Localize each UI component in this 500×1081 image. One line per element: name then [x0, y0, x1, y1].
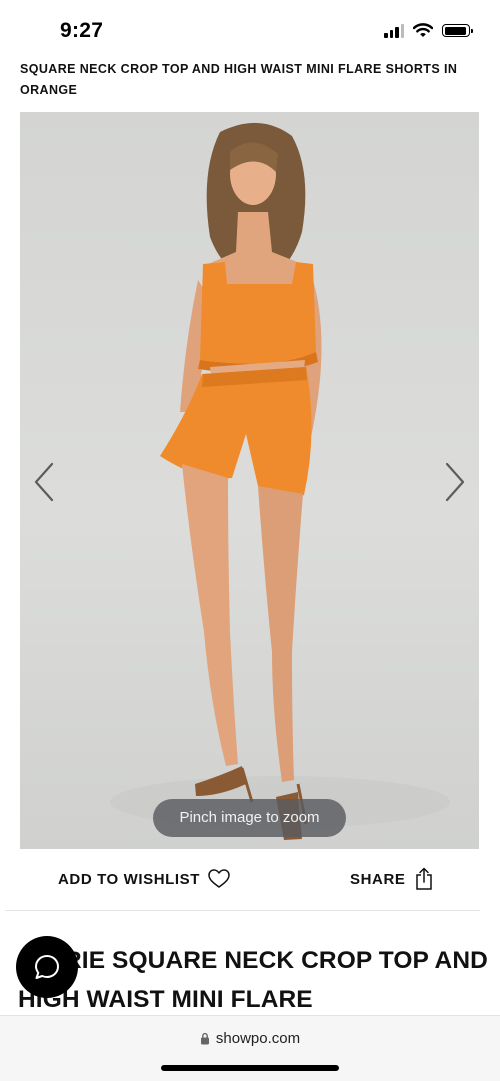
lock-icon	[200, 1032, 209, 1045]
wifi-icon	[413, 23, 433, 37]
chat-bubble-icon	[35, 955, 59, 979]
product-image[interactable]: Pinch image to zoom	[20, 112, 479, 849]
wishlist-label: ADD TO WISHLIST	[58, 870, 201, 888]
browser-bar: showpo.com	[0, 1015, 500, 1081]
chevron-left-icon[interactable]	[30, 462, 60, 502]
share-button[interactable]: SHARE	[350, 858, 434, 900]
status-time: 9:27	[60, 19, 104, 42]
product-actions: ADD TO WISHLIST SHARE	[0, 858, 500, 900]
home-indicator[interactable]	[161, 1065, 339, 1071]
chevron-right-icon[interactable]	[439, 462, 469, 502]
status-bar: 9:27	[0, 0, 500, 60]
page-title: SQUARE NECK CROP TOP AND HIGH WAIST MINI…	[20, 62, 458, 97]
cellular-signal-icon	[384, 23, 404, 38]
product-heading: RIE SQUARE NECK CROP TOP AND HIGH WAIST …	[18, 947, 488, 1013]
url-text: showpo.com	[215, 1030, 301, 1047]
chat-button[interactable]	[16, 936, 78, 998]
heart-icon	[208, 869, 230, 888]
divider	[5, 910, 480, 911]
zoom-hint: Pinch image to zoom	[153, 799, 346, 837]
url-bar[interactable]: showpo.com	[0, 1030, 500, 1047]
share-label: SHARE	[350, 870, 406, 888]
share-icon	[415, 867, 432, 890]
battery-icon	[442, 24, 473, 37]
status-icons	[384, 23, 473, 38]
model-photo	[110, 122, 450, 840]
add-to-wishlist-button[interactable]: ADD TO WISHLIST	[58, 858, 230, 900]
